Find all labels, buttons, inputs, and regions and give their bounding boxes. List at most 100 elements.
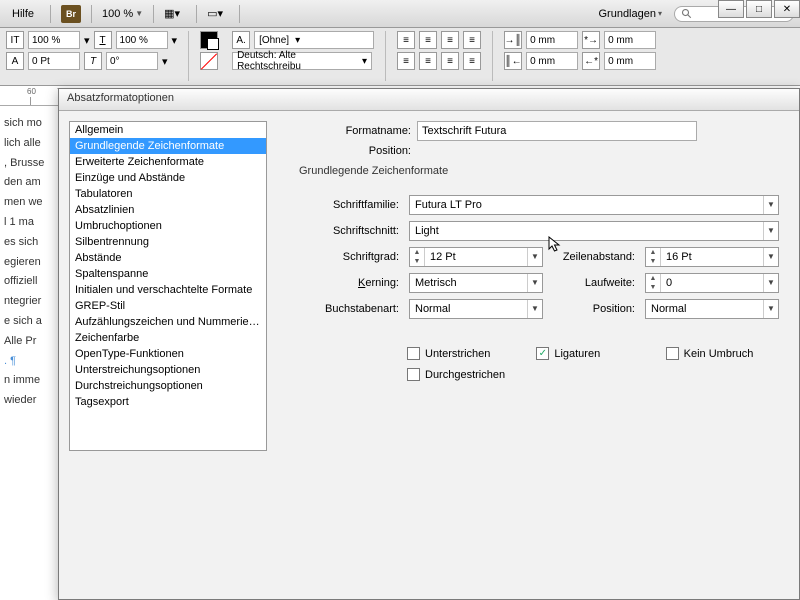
divider bbox=[239, 5, 240, 23]
position2-label: Position: bbox=[549, 303, 639, 315]
chevron-down-icon[interactable]: ▾ bbox=[162, 55, 168, 68]
maximize-button[interactable]: □ bbox=[746, 0, 772, 18]
sidebar-item[interactable]: GREP-Stil bbox=[70, 298, 266, 314]
view-options-icon[interactable]: ▦▾ bbox=[164, 7, 186, 20]
sidebar-item[interactable]: Abstände bbox=[70, 250, 266, 266]
left-indent-input[interactable] bbox=[526, 31, 578, 49]
chevron-down-icon: ▼ bbox=[527, 248, 542, 266]
step-down-icon[interactable]: ▼ bbox=[646, 257, 660, 266]
sidebar-item[interactable]: Tabulatoren bbox=[70, 186, 266, 202]
sidebar-item[interactable]: Allgemein bbox=[70, 122, 266, 138]
sidebar-item[interactable]: Zeichenfarbe bbox=[70, 330, 266, 346]
fill-stroke-icon[interactable] bbox=[200, 31, 218, 49]
sidebar-item[interactable]: Erweiterte Zeichenformate bbox=[70, 154, 266, 170]
step-down-icon[interactable]: ▼ bbox=[646, 283, 660, 292]
workspace-label: Grundlagen bbox=[598, 8, 656, 20]
workspace-switcher[interactable]: Grundlagen ▾ bbox=[598, 8, 662, 20]
no-stroke-icon[interactable] bbox=[200, 52, 218, 70]
step-up-icon[interactable]: ▲ bbox=[646, 248, 660, 257]
char-style-combo[interactable]: [Ohne]▾ bbox=[254, 31, 374, 49]
chevron-down-icon: ▼ bbox=[763, 274, 778, 292]
sidebar-item[interactable]: Spaltenspanne bbox=[70, 266, 266, 282]
chevron-down-icon: ▾ bbox=[658, 9, 662, 18]
chevron-down-icon: ▼ bbox=[135, 9, 143, 18]
sidebar-item[interactable]: Aufzählungszeichen und Nummerierung bbox=[70, 314, 266, 330]
horizontal-scale-icon: IT bbox=[6, 31, 24, 49]
justify-left-icon[interactable]: ≡ bbox=[397, 52, 415, 70]
skew-icon: T bbox=[84, 52, 102, 70]
close-button[interactable]: ✕ bbox=[774, 0, 800, 18]
last-line-indent-input[interactable] bbox=[604, 52, 656, 70]
buchstabenart-combo[interactable]: Normal▼ bbox=[409, 299, 543, 319]
dialog-title: Absatzformatoptionen bbox=[59, 89, 799, 111]
horizontal-scale-input[interactable] bbox=[28, 31, 80, 49]
chevron-down-icon: ▼ bbox=[527, 274, 542, 292]
sidebar-item[interactable]: Tagsexport bbox=[70, 394, 266, 410]
justify-all-icon[interactable]: ≡ bbox=[463, 52, 481, 70]
schriftgrad-combo[interactable]: ▲▼ 12 Pt▼ bbox=[409, 247, 543, 267]
language-combo[interactable]: Deutsch: Alte Rechtschreibu▾ bbox=[232, 52, 372, 70]
screen-mode-icon[interactable]: ▭▾ bbox=[207, 7, 229, 20]
justify-right-icon[interactable]: ≡ bbox=[441, 52, 459, 70]
chevron-down-icon[interactable]: ▾ bbox=[84, 34, 90, 47]
schriftschnitt-combo[interactable]: Light▼ bbox=[409, 221, 779, 241]
skew-input[interactable] bbox=[106, 52, 158, 70]
sidebar-item[interactable]: Silbentrennung bbox=[70, 234, 266, 250]
section-heading: Grundlegende Zeichenformate bbox=[299, 165, 783, 177]
kein-umbruch-checkbox[interactable]: Kein Umbruch bbox=[666, 347, 783, 360]
category-list[interactable]: AllgemeinGrundlegende ZeichenformateErwe… bbox=[69, 121, 267, 451]
zeilenabstand-combo[interactable]: ▲▼ 16 Pt▼ bbox=[645, 247, 779, 267]
schriftgrad-label: Schriftgrad: bbox=[297, 251, 403, 263]
kerning-label: Kerning: bbox=[297, 277, 403, 289]
laufweite-combo[interactable]: ▲▼ 0▼ bbox=[645, 273, 779, 293]
sidebar-item[interactable]: Initialen und verschachtelte Formate bbox=[70, 282, 266, 298]
dialog-sidebar: AllgemeinGrundlegende ZeichenformateErwe… bbox=[59, 111, 273, 599]
ligaturen-checkbox[interactable]: ✓Ligaturen bbox=[536, 347, 653, 360]
step-up-icon[interactable]: ▲ bbox=[410, 248, 424, 257]
align-center-icon[interactable]: ≡ bbox=[419, 31, 437, 49]
divider bbox=[153, 5, 154, 23]
bridge-icon[interactable]: Br bbox=[61, 5, 81, 23]
align-left-icon[interactable]: ≡ bbox=[397, 31, 415, 49]
sidebar-item[interactable]: OpenType-Funktionen bbox=[70, 346, 266, 362]
last-line-indent-icon: ←* bbox=[582, 52, 600, 70]
sidebar-item[interactable]: Durchstreichungsoptionen bbox=[70, 378, 266, 394]
sidebar-item[interactable]: Umbruchoptionen bbox=[70, 218, 266, 234]
formatname-input[interactable] bbox=[417, 121, 697, 141]
chevron-down-icon: ▼ bbox=[763, 248, 778, 266]
justify-center-icon[interactable]: ≡ bbox=[419, 52, 437, 70]
chevron-down-icon[interactable]: ▾ bbox=[172, 34, 178, 47]
right-indent-input[interactable] bbox=[526, 52, 578, 70]
baseline-shift-input[interactable] bbox=[28, 52, 80, 70]
divider bbox=[196, 5, 197, 23]
help-menu[interactable]: Hilfe bbox=[6, 6, 40, 22]
position2-combo[interactable]: Normal▼ bbox=[645, 299, 779, 319]
divider bbox=[492, 31, 493, 81]
align-right-icon[interactable]: ≡ bbox=[441, 31, 459, 49]
step-up-icon[interactable]: ▲ bbox=[646, 274, 660, 283]
unterstrichen-checkbox[interactable]: Unterstrichen bbox=[407, 347, 524, 360]
chevron-down-icon: ▼ bbox=[763, 222, 778, 240]
vertical-scale-icon: T bbox=[94, 31, 112, 49]
position-label: Position: bbox=[297, 145, 417, 157]
chevron-down-icon: ▼ bbox=[763, 300, 778, 318]
durchgestrichen-checkbox[interactable]: Durchgestrichen bbox=[407, 368, 524, 381]
sidebar-item[interactable]: Unterstreichungsoptionen bbox=[70, 362, 266, 378]
zoom-level-combo[interactable]: 100 % ▼ bbox=[102, 8, 143, 20]
kerning-combo[interactable]: Metrisch▼ bbox=[409, 273, 543, 293]
divider bbox=[91, 5, 92, 23]
justify-icon[interactable]: ≡ bbox=[463, 31, 481, 49]
sidebar-item[interactable]: Einzüge und Abstände bbox=[70, 170, 266, 186]
step-down-icon[interactable]: ▼ bbox=[410, 257, 424, 266]
schriftfamilie-combo[interactable]: Futura LT Pro▼ bbox=[409, 195, 779, 215]
sidebar-item[interactable]: Grundlegende Zeichenformate bbox=[70, 138, 266, 154]
zoom-value: 100 % bbox=[102, 8, 133, 20]
document-text-area: sich molich alle, Brusseden ammen wel 1 … bbox=[0, 106, 60, 600]
first-line-indent-input[interactable] bbox=[604, 31, 656, 49]
chevron-down-icon: ▼ bbox=[763, 196, 778, 214]
first-line-indent-icon: *→ bbox=[582, 31, 600, 49]
minimize-button[interactable]: — bbox=[718, 0, 744, 18]
sidebar-item[interactable]: Absatzlinien bbox=[70, 202, 266, 218]
vertical-scale-input[interactable] bbox=[116, 31, 168, 49]
search-icon bbox=[681, 8, 693, 20]
